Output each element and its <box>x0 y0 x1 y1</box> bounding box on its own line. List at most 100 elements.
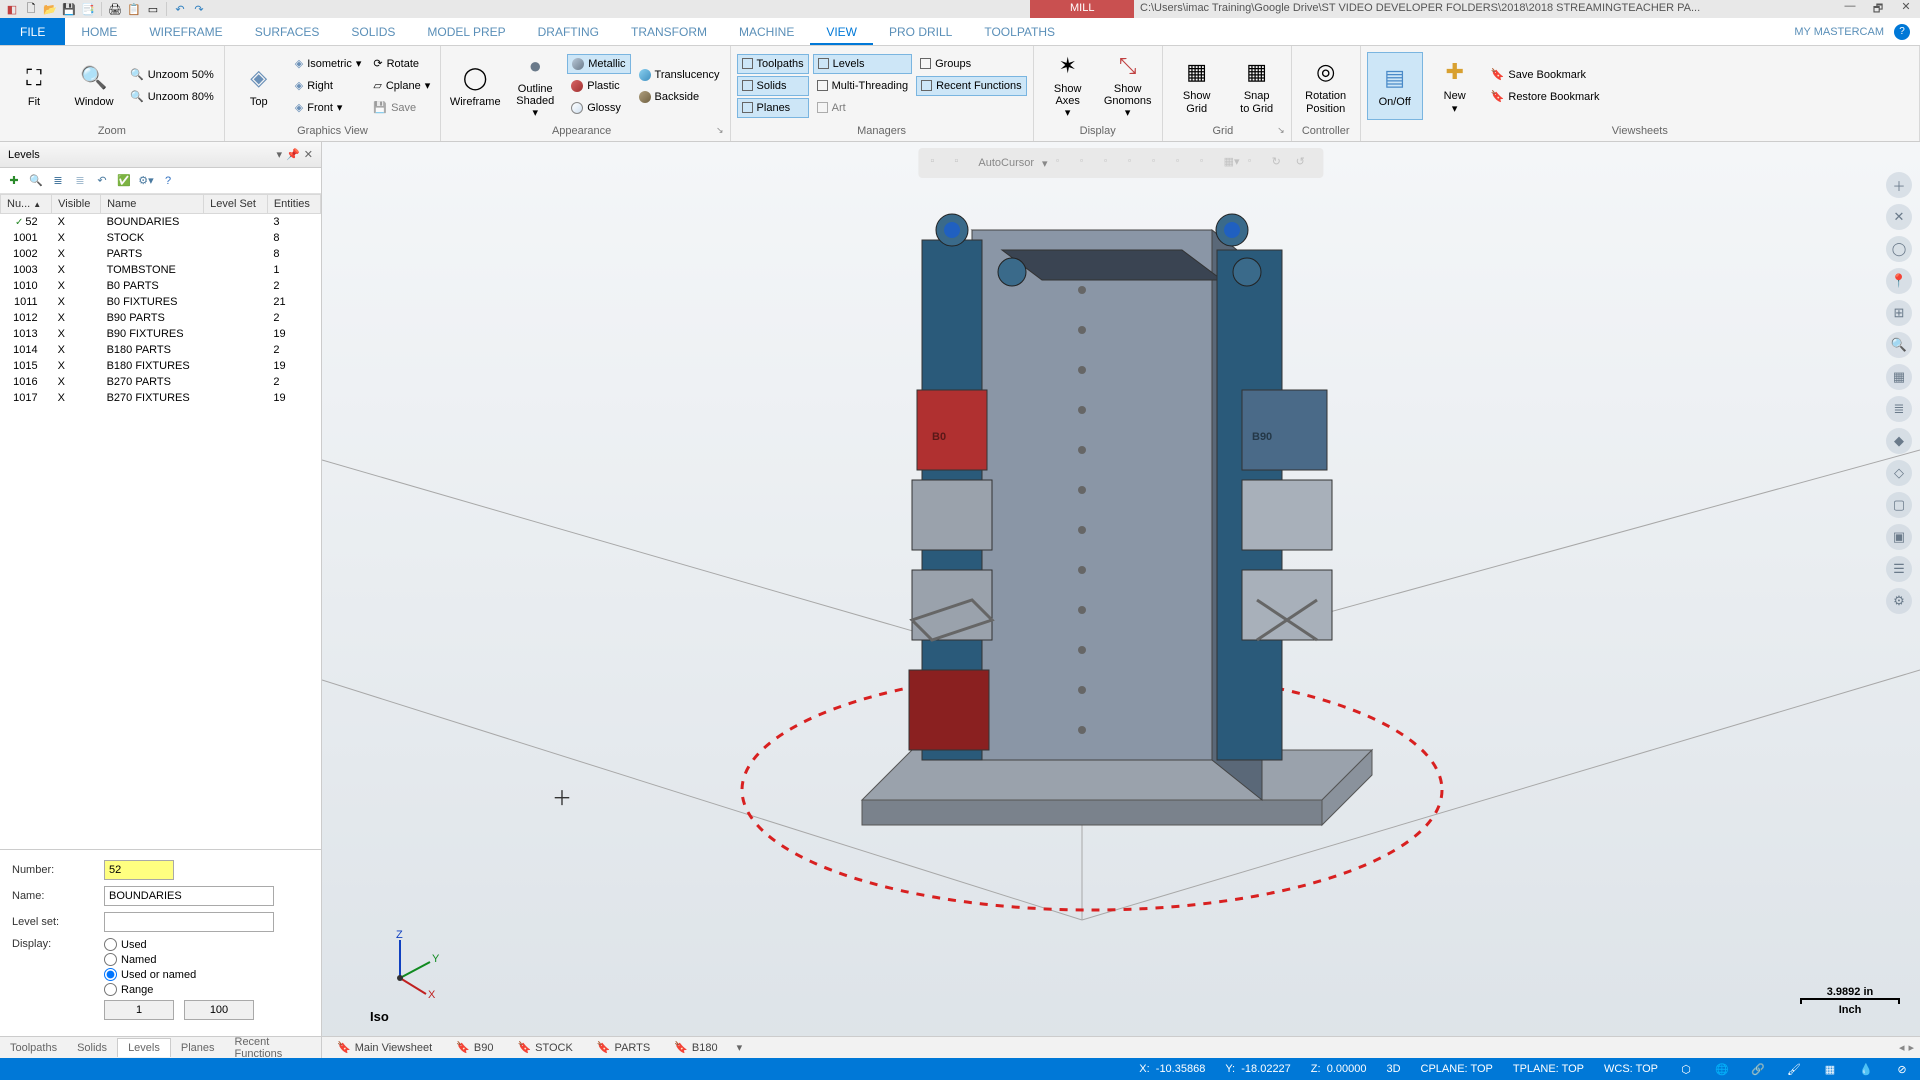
status-drop-icon[interactable]: 💧 <box>1858 1063 1874 1076</box>
right-button[interactable]: ◈Right <box>291 76 366 96</box>
solids-toggle[interactable]: Solids <box>737 76 809 96</box>
qb-gear-icon[interactable]: ⚙ <box>1886 588 1912 614</box>
minimize-icon[interactable]: — <box>1840 0 1860 19</box>
window-button[interactable]: 🔍Window <box>66 52 122 120</box>
new-viewsheet-button[interactable]: ✚New▾ <box>1427 52 1483 120</box>
search-icon[interactable]: 🔍 <box>28 173 44 189</box>
tab-machine[interactable]: MACHINE <box>723 18 810 45</box>
range-low-input[interactable] <box>104 1000 174 1020</box>
qb-circle-icon[interactable]: ◯ <box>1886 236 1912 262</box>
table-row[interactable]: 1012XB90 PARTS2 <box>1 310 321 326</box>
stack-icon[interactable]: ≣ <box>50 173 66 189</box>
vs-more[interactable]: ▾ <box>731 1041 749 1054</box>
fit-button[interactable]: ⛶Fit <box>6 52 62 120</box>
tab-drafting[interactable]: DRAFTING <box>522 18 615 45</box>
restore-bookmark-button[interactable]: 🔖Restore Bookmark <box>1487 87 1604 107</box>
paste-icon[interactable]: 📋 <box>126 1 142 17</box>
table-row[interactable]: 1003XTOMBSTONE1 <box>1 262 321 278</box>
mode-3d[interactable]: 3D <box>1386 1063 1400 1075</box>
print-icon[interactable]: 🖨 <box>107 1 123 17</box>
dropdown-icon[interactable]: ▾ <box>277 148 283 161</box>
outline-shaded-button[interactable]: ●Outline Shaded▾ <box>507 52 563 120</box>
rotate-button[interactable]: ⟳Rotate <box>369 54 434 74</box>
tab-levels[interactable]: Levels <box>117 1038 171 1057</box>
help-icon[interactable]: ? <box>1894 24 1910 40</box>
table-row[interactable]: 1015XB180 FIXTURES19 <box>1 358 321 374</box>
tab-surfaces[interactable]: SURFACES <box>239 18 336 45</box>
status-globe-icon[interactable]: ⬡ <box>1678 1063 1694 1076</box>
qb-extra3-icon[interactable]: ▢ <box>1886 492 1912 518</box>
tab-home[interactable]: HOME <box>65 18 133 45</box>
table-row[interactable]: 1001XSTOCK8 <box>1 230 321 246</box>
qb-pin-icon[interactable]: 📍 <box>1886 268 1912 294</box>
table-row[interactable]: 1011XB0 FIXTURES21 <box>1 294 321 310</box>
wcs-status[interactable]: WCS: TOP <box>1604 1063 1658 1075</box>
tab-transform[interactable]: TRANSFORM <box>615 18 723 45</box>
tab-wireframe[interactable]: WIREFRAME <box>133 18 238 45</box>
table-row[interactable]: 1013XB90 FIXTURES19 <box>1 326 321 342</box>
unzoom50-button[interactable]: 🔍Unzoom 50% <box>126 65 218 85</box>
check-icon[interactable]: ✅ <box>116 173 132 189</box>
snap-to-grid-button[interactable]: ▦Snap to Grid <box>1229 52 1285 120</box>
pin-icon[interactable]: 📌 <box>286 148 300 161</box>
table-row[interactable]: 1014XB180 PARTS2 <box>1 342 321 358</box>
table-row[interactable]: 1017XB270 FIXTURES19 <box>1 390 321 406</box>
unzoom80-button[interactable]: 🔍Unzoom 80% <box>126 87 218 107</box>
vs-b180[interactable]: 🔖B180 <box>663 1037 728 1058</box>
qb-snap-icon[interactable]: ⊞ <box>1886 300 1912 326</box>
radio-used-or-named[interactable] <box>104 968 117 981</box>
qb-stack-icon[interactable]: ☰ <box>1886 556 1912 582</box>
qb-extra4-icon[interactable]: ▣ <box>1886 524 1912 550</box>
radio-used[interactable] <box>104 938 117 951</box>
tab-file[interactable]: FILE <box>0 18 65 45</box>
show-axes-button[interactable]: ✶Show Axes▾ <box>1040 52 1096 120</box>
col-name[interactable]: Name <box>101 195 204 214</box>
tab-toolpaths[interactable]: TOOLPATHS <box>968 18 1071 45</box>
save-icon[interactable]: 💾 <box>61 1 77 17</box>
open-icon[interactable]: 📂 <box>42 1 58 17</box>
vs-b90[interactable]: 🔖B90 <box>445 1037 504 1058</box>
add-level-icon[interactable]: ✚ <box>6 173 22 189</box>
tab-view[interactable]: VIEW <box>810 18 873 45</box>
save-bookmark-button[interactable]: 🔖Save Bookmark <box>1487 65 1604 85</box>
table-row[interactable]: 1016XB270 PARTS2 <box>1 374 321 390</box>
tab-modelprep[interactable]: MODEL PREP <box>411 18 521 45</box>
my-mastercam-link[interactable]: MY MASTERCAM <box>1794 26 1884 38</box>
col-entities[interactable]: Entities <box>267 195 320 214</box>
undo-icon[interactable]: ↶ <box>172 1 188 17</box>
glossy-button[interactable]: Glossy <box>567 98 630 118</box>
restore-icon[interactable]: 🗗 <box>1868 0 1888 19</box>
groups-toggle[interactable]: Groups <box>916 54 1027 74</box>
table-row[interactable]: 52XBOUNDARIES3 <box>1 214 321 231</box>
col-levelset[interactable]: Level Set <box>204 195 268 214</box>
tab-solids[interactable]: Solids <box>67 1039 117 1057</box>
levels-toggle[interactable]: Levels <box>813 54 912 74</box>
range-high-input[interactable] <box>184 1000 254 1020</box>
tplane-status[interactable]: TPLANE: TOP <box>1513 1063 1584 1075</box>
close-panel-icon[interactable]: ✕ <box>304 148 313 161</box>
save-view-button[interactable]: 💾Save <box>369 98 434 118</box>
vs-stock[interactable]: 🔖STOCK <box>506 1037 583 1058</box>
show-gnomons-button[interactable]: ⤡Show Gnomons▾ <box>1100 52 1156 120</box>
save-as-icon[interactable]: 📑 <box>80 1 96 17</box>
status-link-icon[interactable]: 🔗 <box>1750 1063 1766 1076</box>
cplane-status[interactable]: CPLANE: TOP <box>1421 1063 1493 1075</box>
number-input[interactable] <box>104 860 174 880</box>
reset-icon[interactable]: ↶ <box>94 173 110 189</box>
close-icon[interactable]: ✕ <box>1896 0 1916 19</box>
qb-plus-icon[interactable]: ＋ <box>1886 172 1912 198</box>
qb-extra1-icon[interactable]: ◆ <box>1886 428 1912 454</box>
status-paint-icon[interactable]: 🖌 <box>1786 1063 1802 1076</box>
scroll-right-icon[interactable]: ▸ <box>1908 1041 1914 1054</box>
redo-icon[interactable]: ↷ <box>191 1 207 17</box>
qb-layers-icon[interactable]: ≣ <box>1886 396 1912 422</box>
scroll-left-icon[interactable]: ◂ <box>1899 1041 1905 1054</box>
context-tab-mill[interactable]: MILL <box>1030 0 1134 18</box>
tab-solids[interactable]: SOLIDS <box>335 18 411 45</box>
tab-toolpaths[interactable]: Toolpaths <box>0 1039 67 1057</box>
onoff-button[interactable]: ▤On/Off <box>1367 52 1423 120</box>
radio-named[interactable] <box>104 953 117 966</box>
qb-extra2-icon[interactable]: ◇ <box>1886 460 1912 486</box>
multithreading-toggle[interactable]: Multi-Threading <box>813 76 912 96</box>
table-row[interactable]: 1010XB0 PARTS2 <box>1 278 321 294</box>
